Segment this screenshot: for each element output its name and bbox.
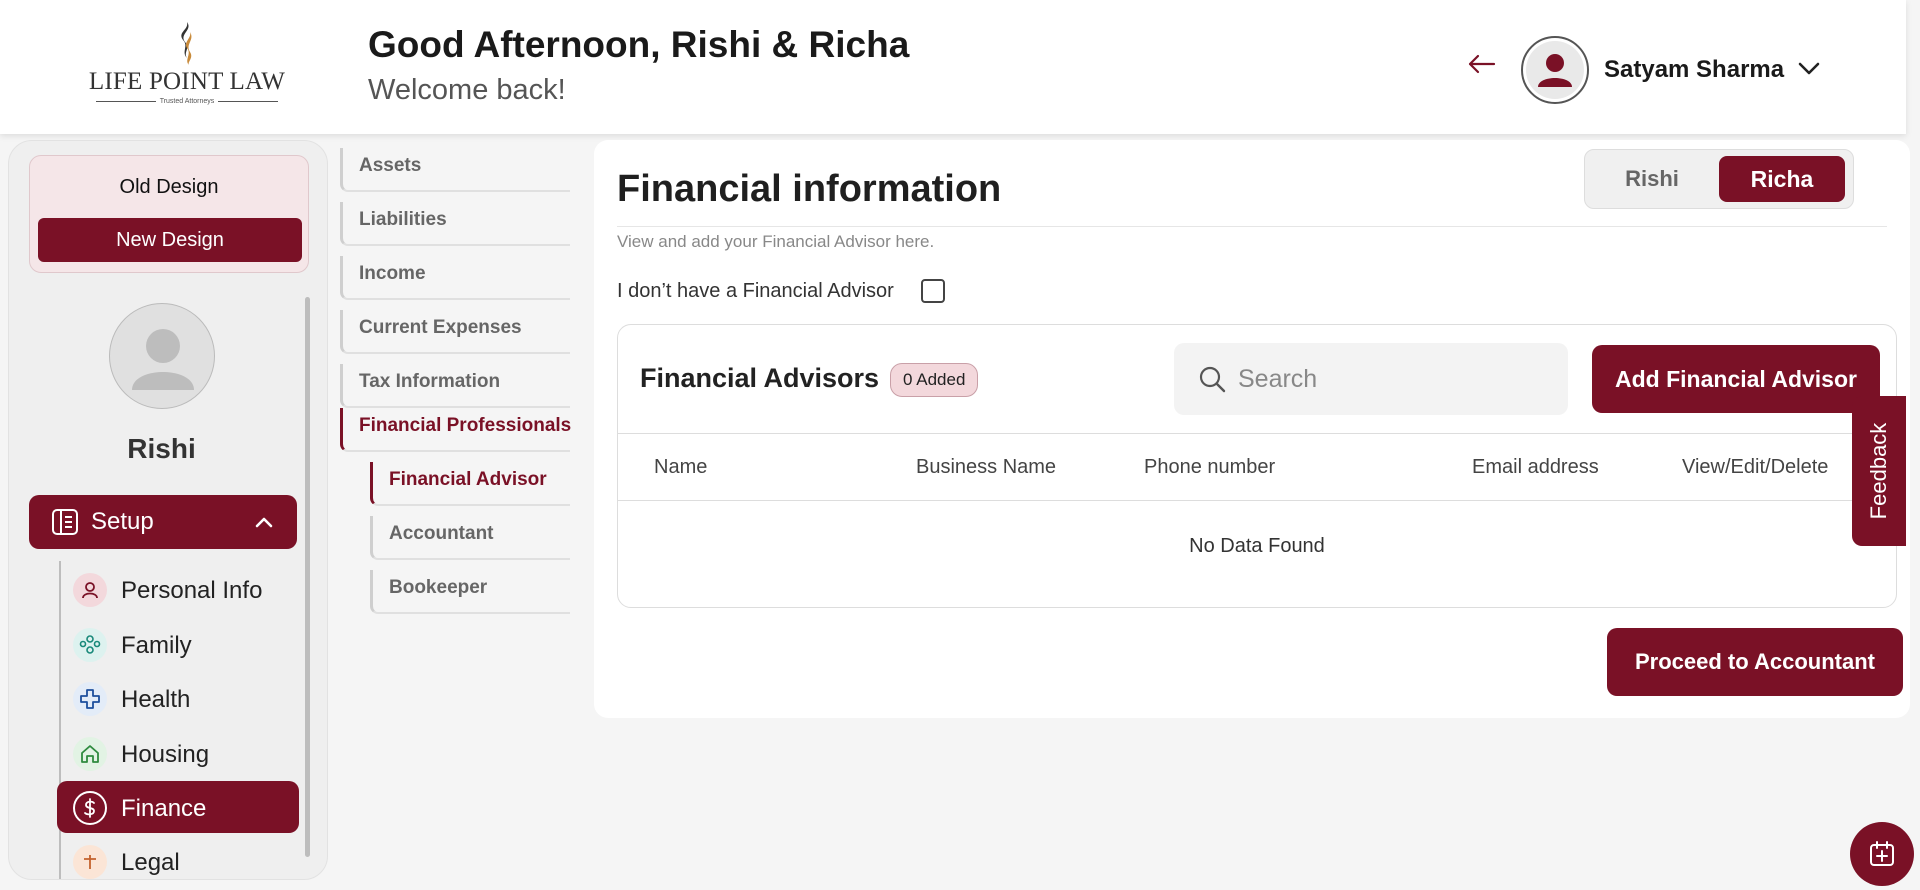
count-badge: 0 Added (890, 363, 979, 397)
spouse-toggle: Rishi Richa (1584, 149, 1854, 209)
search-icon (1199, 366, 1226, 393)
search-input[interactable] (1238, 357, 1548, 401)
sidebar-item-family[interactable]: Family (57, 618, 299, 670)
feedback-label: Feedback (1866, 422, 1891, 520)
toggle-richa[interactable]: Richa (1719, 156, 1845, 202)
search-box (1174, 343, 1568, 415)
chevron-up-icon (255, 517, 273, 528)
calendar-fab[interactable] (1850, 822, 1914, 886)
column-header-email-address[interactable]: Email address (1472, 456, 1599, 479)
new-design-button[interactable]: New Design (38, 218, 302, 262)
sidebar: Old Design New Design Rishi Setup Person… (8, 140, 328, 880)
proceed-to-accountant-button[interactable]: Proceed to Accountant (1607, 628, 1903, 696)
page-title: Financial information (617, 168, 1002, 210)
card-title: Financial Advisors (640, 363, 880, 393)
user-avatar-icon (1538, 54, 1572, 87)
advisors-card: Financial Advisors 0 Added Add Financial… (617, 324, 1897, 608)
greeting-title: Good Afternoon, Rishi & Richa (368, 24, 910, 65)
title-divider (617, 226, 1887, 227)
add-financial-advisor-button[interactable]: Add Financial Advisor (1592, 345, 1880, 413)
sidebar-item-health[interactable]: Health (57, 672, 299, 724)
table-header: Name Business Name Phone number Email ad… (618, 433, 1896, 501)
back-arrow-icon[interactable] (1466, 52, 1496, 76)
subnav-item-tax-information[interactable]: Tax Information (340, 364, 570, 408)
empty-state-text: No Data Found (1189, 535, 1325, 557)
toggle-rishi[interactable]: Rishi (1597, 156, 1707, 202)
sidebar-item-legal[interactable]: Legal (57, 835, 299, 879)
page-subtitle: View and add your Financial Advisor here… (617, 232, 935, 251)
logo-flame-icon (181, 22, 192, 65)
dollar-icon (73, 791, 107, 825)
home-icon (73, 737, 107, 771)
sidebar-scrollbar[interactable] (305, 297, 310, 857)
welcome-text: Welcome back! (368, 74, 566, 106)
column-header-view-edit-delete: View/Edit/Delete (1682, 456, 1829, 478)
column-header-name[interactable]: Name (654, 456, 707, 479)
app-logo[interactable]: LIFE POINT LAW Trusted Attorneys (84, 20, 290, 110)
sidebar-item-housing[interactable]: Housing (57, 727, 299, 779)
subnav-item-financial-professionals[interactable]: Financial Professionals (340, 408, 571, 452)
profile-avatar (109, 303, 215, 409)
main-panel: Financial information Rishi Richa View a… (594, 140, 1910, 718)
subnav-item-income[interactable]: Income (340, 256, 570, 300)
sidebar-item-label: Finance (121, 795, 207, 822)
old-design-button[interactable]: Old Design (30, 176, 308, 199)
sidebar-item-personal-info[interactable]: Personal Info (57, 563, 299, 615)
calendar-add-icon (1870, 841, 1894, 866)
subnav-item-financial-advisor[interactable]: Financial Advisor (370, 462, 570, 506)
design-switcher: Old Design New Design (29, 155, 309, 273)
subnav-item-current-expenses[interactable]: Current Expenses (340, 310, 570, 354)
setup-label: Setup (91, 508, 154, 535)
profile-placeholder-icon (132, 329, 194, 390)
subnav-item-assets[interactable]: Assets (340, 148, 570, 192)
health-cross-icon (73, 682, 107, 716)
subnav-item-accountant[interactable]: Accountant (370, 516, 570, 560)
sidebar-item-label: Personal Info (121, 577, 263, 604)
setup-icon (52, 509, 78, 535)
user-avatar[interactable] (1521, 36, 1589, 104)
no-advisor-label: I don’t have a Financial Advisor (617, 280, 894, 302)
logo-tagline: Trusted Attorneys (159, 98, 215, 105)
setup-menu-toggle[interactable]: Setup (29, 495, 297, 549)
feedback-tab[interactable]: Feedback (1852, 396, 1906, 546)
person-icon (73, 573, 107, 607)
chevron-down-icon[interactable] (1796, 58, 1822, 78)
sidebar-item-label: Housing (121, 741, 210, 768)
family-icon (73, 628, 107, 662)
sidebar-item-finance[interactable]: Finance (57, 781, 299, 833)
sidebar-item-label: Family (121, 632, 192, 659)
subnav-item-liabilities[interactable]: Liabilities (340, 202, 570, 246)
column-header-phone-number[interactable]: Phone number (1144, 456, 1275, 479)
legal-icon (73, 845, 107, 879)
top-header: LIFE POINT LAW Trusted Attorneys Good Af… (0, 0, 1906, 134)
subnav-item-bookeeper[interactable]: Bookeeper (370, 570, 570, 614)
sidebar-item-label: Legal (121, 849, 180, 876)
no-advisor-checkbox[interactable] (921, 279, 945, 303)
profile-name: Rishi (127, 433, 196, 464)
user-name[interactable]: Satyam Sharma (1604, 56, 1784, 84)
sidebar-item-label: Health (121, 686, 191, 713)
column-header-business-name[interactable]: Business Name (916, 456, 1056, 479)
logo-name: LIFE POINT LAW (88, 68, 286, 95)
